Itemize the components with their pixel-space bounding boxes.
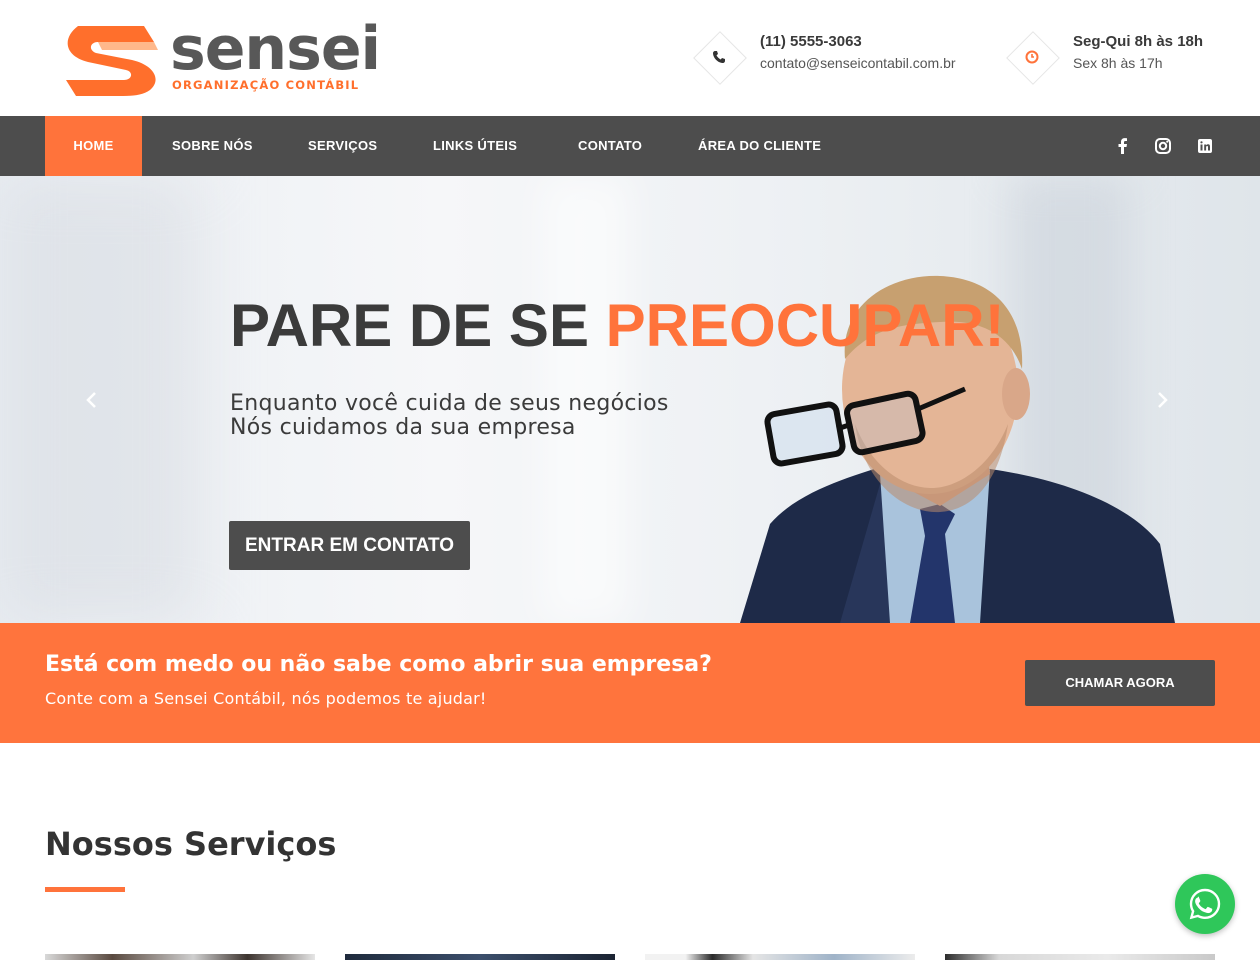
phone-number[interactable]: (11) 5555-3063: [760, 33, 862, 50]
service-card-2[interactable]: [345, 954, 615, 960]
hero-headline: PARE DE SE PREOCUPAR!: [230, 294, 1005, 358]
main-nav: HOME SOBRE NÓS SERVIÇOS LINKS ÚTEIS CONT…: [0, 116, 1260, 176]
open-company-banner: Está com medo ou não sabe como abrir sua…: [0, 623, 1260, 743]
phone-icon: [713, 51, 725, 63]
nav-item-home[interactable]: HOME: [45, 116, 142, 176]
service-card-3[interactable]: [645, 954, 915, 960]
hero-headline-part1: PARE DE SE: [230, 292, 606, 359]
site-header: sensei ORGANIZAÇÃO CONTÁBIL (11) 5555-30…: [0, 0, 1260, 116]
nav-item-servicos[interactable]: SERVIÇOS: [308, 116, 377, 176]
hero-slider: PARE DE SE PREOCUPAR! Enquanto você cuid…: [0, 176, 1260, 623]
chevron-right-icon[interactable]: [1152, 390, 1172, 410]
heading-underline: [45, 887, 125, 892]
call-now-button[interactable]: CHAMAR AGORA: [1025, 660, 1215, 706]
clock-icon: [1025, 50, 1039, 64]
contact-email[interactable]: contato@senseicontabil.com.br: [760, 55, 956, 71]
services-heading: Nossos Serviços: [45, 825, 337, 863]
instagram-icon[interactable]: [1152, 135, 1174, 157]
facebook-icon[interactable]: [1112, 135, 1134, 157]
phone-badge: [692, 30, 747, 85]
nav-item-links-uteis[interactable]: LINKS ÚTEIS: [433, 116, 517, 176]
nav-item-contato[interactable]: CONTATO: [578, 116, 642, 176]
service-card-1[interactable]: [45, 954, 315, 960]
hero-subtitle-line1: Enquanto você cuida de seus negócios: [230, 391, 669, 416]
contact-cta-button[interactable]: ENTRAR EM CONTATO: [229, 521, 470, 570]
hours-weekdays: Seg-Qui 8h às 18h: [1073, 33, 1204, 50]
hero-subtitle: Enquanto você cuida de seus negócios Nós…: [230, 392, 669, 440]
nav-item-sobre-nos[interactable]: SOBRE NÓS: [172, 116, 253, 176]
hours-friday: Sex 8h às 17h: [1073, 55, 1163, 71]
banner-title: Está com medo ou não sabe como abrir sua…: [45, 652, 712, 677]
service-card-4[interactable]: [945, 954, 1215, 960]
logo-s-mark: [66, 26, 158, 96]
nav-item-area-do-cliente[interactable]: ÁREA DO CLIENTE: [698, 116, 821, 176]
hero-subtitle-line2: Nós cuidamos da sua empresa: [230, 415, 576, 440]
hours-badge: [1005, 30, 1060, 85]
whatsapp-button[interactable]: [1175, 874, 1235, 934]
banner-subtitle: Conte com a Sensei Contábil, nós podemos…: [45, 689, 487, 708]
hero-headline-accent: PREOCUPAR!: [605, 292, 1005, 359]
whatsapp-icon: [1189, 888, 1221, 920]
linkedin-icon[interactable]: [1194, 135, 1216, 157]
site-logo[interactable]: sensei ORGANIZAÇÃO CONTÁBIL: [58, 18, 388, 98]
logo-wordmark: sensei: [170, 14, 381, 84]
logo-tagline: ORGANIZAÇÃO CONTÁBIL: [172, 78, 360, 92]
chevron-left-icon[interactable]: [82, 390, 102, 410]
